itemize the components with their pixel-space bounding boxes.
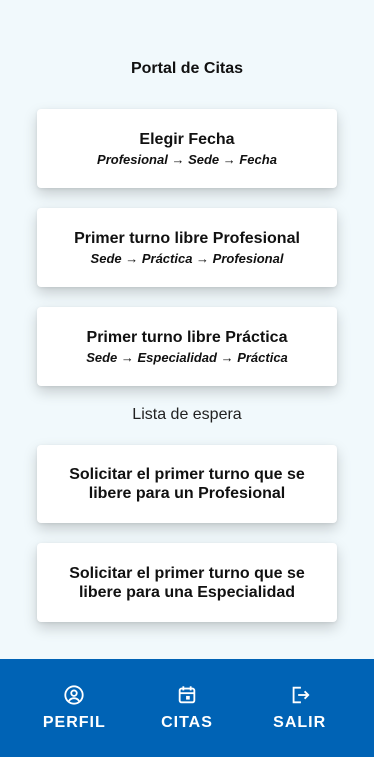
card-title: Solicitar el primer turno que se libere … <box>69 564 305 601</box>
waitlist-especialidad-button[interactable]: Solicitar el primer turno que se libere … <box>37 543 337 622</box>
page-title: Portal de Citas <box>130 60 244 77</box>
waitlist-profesional-button[interactable]: Solicitar el primer turno que se libere … <box>37 445 337 523</box>
card-title: Solicitar el primer turno que se libere … <box>69 466 305 502</box>
screen: Portal de Citas Elegir Fecha Profesional… <box>0 0 374 757</box>
card-title: Primer turno libre Profesional <box>74 230 300 247</box>
primer-turno-profesional-button[interactable]: Primer turno libre Profesional Sede → Pr… <box>37 208 337 287</box>
card-subtitle: Profesional → Sede → Fecha <box>97 152 277 167</box>
nav-label: SALIR <box>273 714 327 731</box>
waitlist-heading: Lista de espera <box>132 406 242 423</box>
nav-salir[interactable]: SALIR <box>255 684 345 732</box>
card-subtitle: Sede → Especialidad → Práctica <box>86 350 288 365</box>
nav-label: PERFIL <box>42 714 106 731</box>
elegir-fecha-button[interactable]: Elegir Fecha Profesional → Sede → Fecha <box>37 109 337 188</box>
user-circle-icon <box>64 685 84 705</box>
nav-label: CITAS <box>161 714 213 731</box>
card-title: Elegir Fecha <box>139 131 235 148</box>
card-subtitle: Sede → Práctica → Profesional <box>90 251 284 266</box>
calendar-icon <box>178 686 196 704</box>
bottom-nav: PERFIL CITAS SALIR <box>0 659 374 757</box>
nav-perfil[interactable]: PERFIL <box>29 684 119 732</box>
primer-turno-practica-button[interactable]: Primer turno libre Práctica Sede → Espec… <box>37 307 337 386</box>
card-title: Primer turno libre Práctica <box>86 329 288 346</box>
nav-citas[interactable]: CITAS <box>142 684 232 732</box>
logout-icon <box>292 686 310 704</box>
